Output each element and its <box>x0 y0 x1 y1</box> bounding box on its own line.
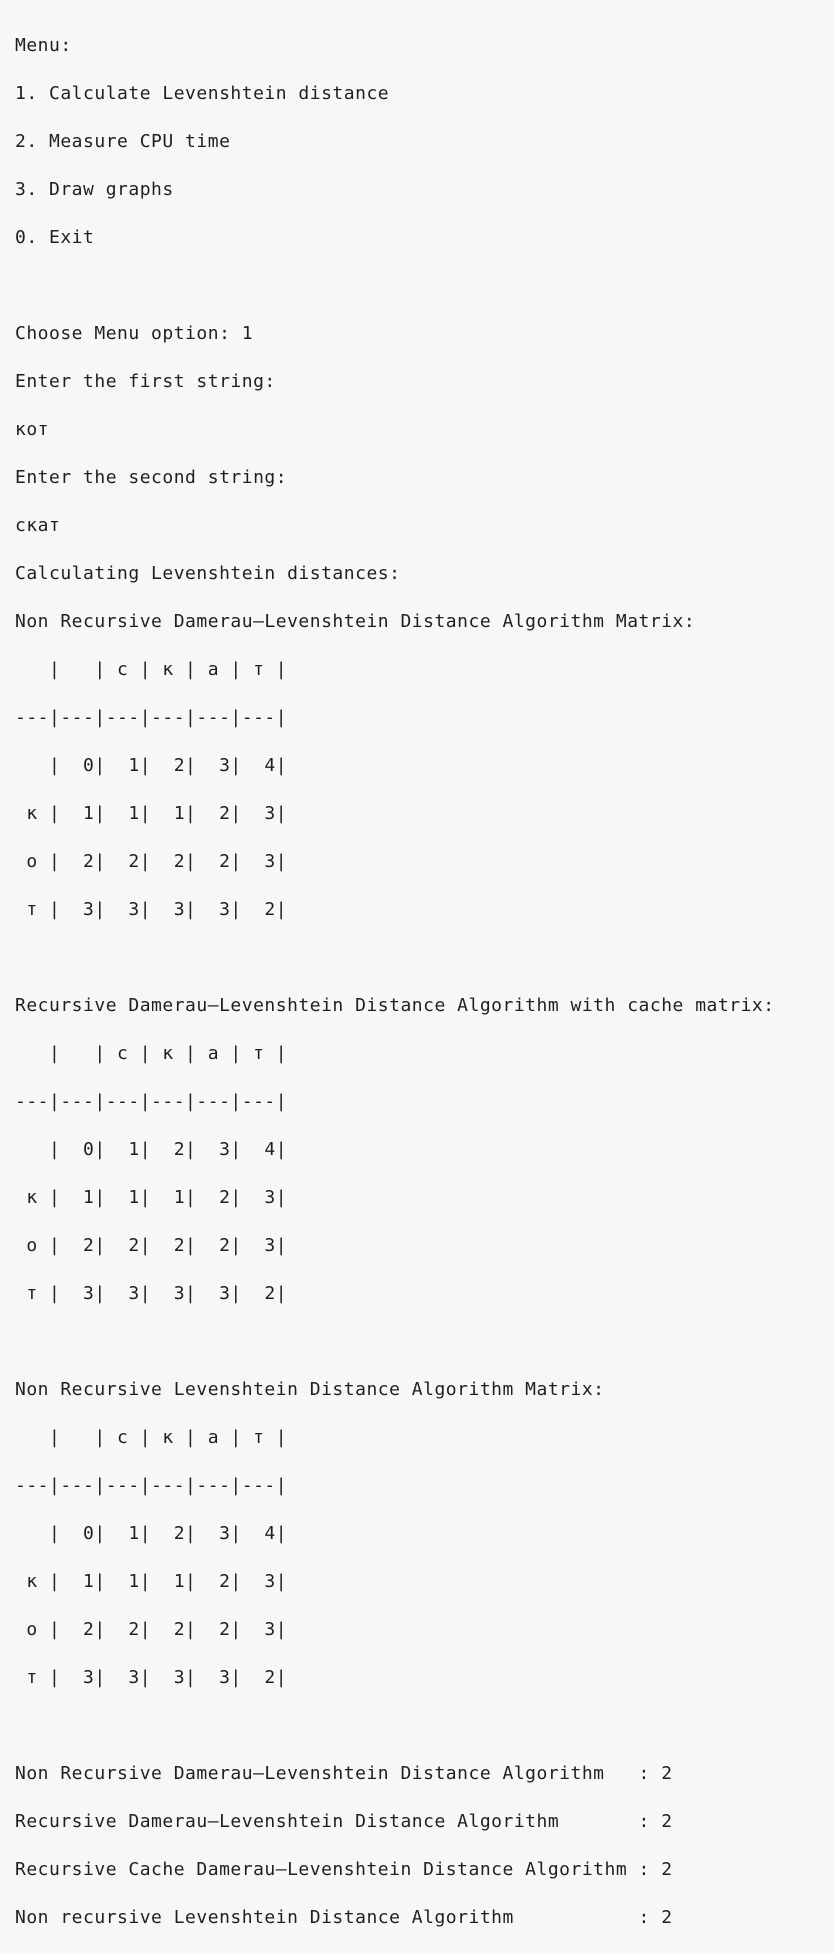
menu-title: Menu: <box>15 35 72 56</box>
result-line: Non Recursive Damerau–Levenshtein Distan… <box>15 1763 673 1784</box>
matrix-row: о | 2| 2| 2| 2| 3| <box>15 1619 288 1640</box>
matrix-row: т | 3| 3| 3| 3| 2| <box>15 1283 288 1304</box>
matrix-row: | 0| 1| 2| 3| 4| <box>15 1523 288 1544</box>
menu-item: 0. Exit <box>15 227 95 248</box>
result-line: Non recursive Levenshtein Distance Algor… <box>15 1907 673 1928</box>
first-string-input: кот <box>15 419 50 440</box>
matrix-row: к | 1| 1| 1| 2| 3| <box>15 803 288 824</box>
matrix-row: | 0| 1| 2| 3| 4| <box>15 755 288 776</box>
menu-prompt: Choose Menu option: 1 <box>15 323 254 344</box>
matrix-row: о | 2| 2| 2| 2| 3| <box>15 1235 288 1256</box>
matrix-row: ---|---|---|---|---|---| <box>15 1091 288 1112</box>
first-string-prompt: Enter the first string: <box>15 371 276 392</box>
result-line: Recursive Damerau–Levenshtein Distance A… <box>15 1811 673 1832</box>
matrix-title: Non Recursive Levenshtein Distance Algor… <box>15 1379 605 1400</box>
matrix-row: т | 3| 3| 3| 3| 2| <box>15 1667 288 1688</box>
matrix-row: | | с | к | а | т | <box>15 659 288 680</box>
matrix-row: | 0| 1| 2| 3| 4| <box>15 1139 288 1160</box>
matrix-row: т | 3| 3| 3| 3| 2| <box>15 899 288 920</box>
matrix-row: | | с | к | а | т | <box>15 1427 288 1448</box>
matrix-row: | | с | к | а | т | <box>15 1043 288 1064</box>
matrix-row: к | 1| 1| 1| 2| 3| <box>15 1187 288 1208</box>
matrix-row: о | 2| 2| 2| 2| 3| <box>15 851 288 872</box>
matrix-row: ---|---|---|---|---|---| <box>15 1475 288 1496</box>
menu-item: 2. Measure CPU time <box>15 131 231 152</box>
matrix-row: к | 1| 1| 1| 2| 3| <box>15 1571 288 1592</box>
second-string-input: скат <box>15 515 61 536</box>
matrix-row: ---|---|---|---|---|---| <box>15 707 288 728</box>
calculating-status: Calculating Levenshtein distances: <box>15 563 401 584</box>
matrix-title: Non Recursive Damerau–Levenshtein Distan… <box>15 611 696 632</box>
menu-item: 3. Draw graphs <box>15 179 174 200</box>
matrix-title: Recursive Damerau–Levenshtein Distance A… <box>15 995 775 1016</box>
terminal-output: Menu: 1. Calculate Levenshtein distance … <box>0 0 834 1928</box>
menu-item: 1. Calculate Levenshtein distance <box>15 83 390 104</box>
result-line: Recursive Cache Damerau–Levenshtein Dist… <box>15 1859 673 1880</box>
second-string-prompt: Enter the second string: <box>15 467 288 488</box>
